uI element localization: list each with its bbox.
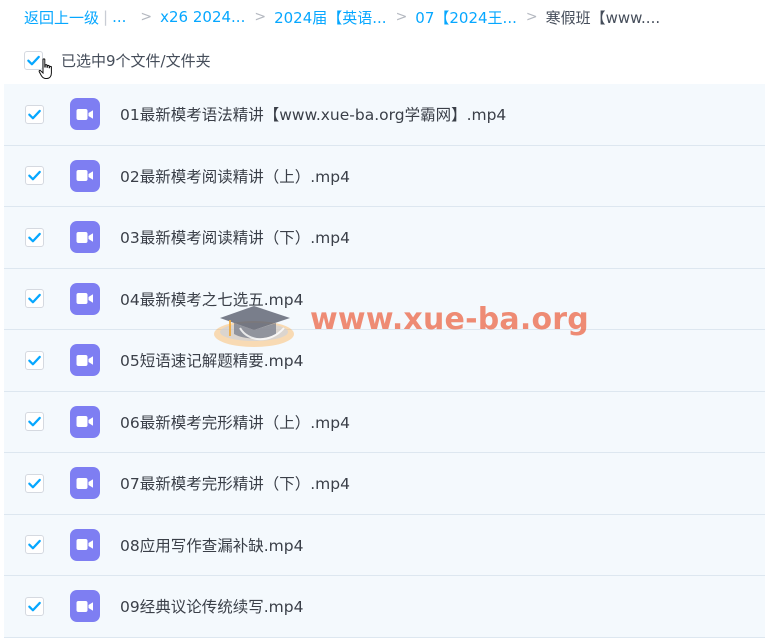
video-camera-icon — [76, 231, 93, 243]
video-camera-icon — [76, 354, 93, 366]
file-row-2[interactable]: 02最新模考阅读精讲（上）.mp4 — [4, 145, 765, 207]
selection-count-label: 已选中9个文件/文件夹 — [61, 51, 211, 70]
file-checkbox[interactable] — [25, 596, 44, 616]
video-camera-icon — [76, 108, 93, 120]
file-row-4[interactable]: 04最新模考之七选五.mp4 — [4, 268, 765, 330]
breadcrumb-item-1[interactable]: x26 2024... — [160, 8, 245, 26]
check-icon — [28, 294, 41, 304]
select-all-bar: 已选中9个文件/文件夹 — [24, 50, 211, 79]
file-browser: 返回上一级 | ... > x26 2024... > 2024届【英语... … — [0, 0, 765, 644]
file-row-5[interactable]: 05短语速记解题精要.mp4 — [4, 330, 765, 392]
file-checkbox[interactable] — [25, 350, 44, 370]
breadcrumb-current: 寒假班【www.... — [545, 8, 661, 27]
breadcrumb: 返回上一级 | ... > x26 2024... > 2024届【英语... … — [24, 6, 660, 28]
video-camera-icon — [76, 600, 93, 612]
file-checkbox[interactable] — [25, 166, 44, 186]
file-name[interactable]: 04最新模考之七选五.mp4 — [120, 288, 303, 310]
file-row-7[interactable]: 07最新模考完形精讲（下）.mp4 — [4, 453, 765, 515]
file-checkbox[interactable] — [25, 227, 44, 247]
check-icon — [28, 417, 41, 427]
video-camera-icon — [76, 416, 93, 428]
file-list: 01最新模考语法精讲【www.xue-ba.org学霸网】.mp4 02最新模考… — [4, 84, 765, 638]
check-icon — [28, 109, 41, 120]
file-row-6[interactable]: 06最新模考完形精讲（上）.mp4 — [4, 391, 765, 453]
video-file-icon — [70, 221, 100, 254]
video-file-icon — [70, 590, 100, 623]
video-camera-icon — [76, 293, 93, 305]
file-row-3[interactable]: 03最新模考阅读精讲（下）.mp4 — [4, 207, 765, 269]
file-row-1[interactable]: 01最新模考语法精讲【www.xue-ba.org学霸网】.mp4 — [4, 84, 765, 146]
video-camera-icon — [76, 539, 93, 551]
file-name[interactable]: 03最新模考阅读精讲（下）.mp4 — [120, 226, 350, 248]
check-icon — [28, 601, 41, 612]
file-name[interactable]: 08应用写作查漏补缺.mp4 — [120, 534, 303, 556]
video-camera-icon — [76, 170, 93, 182]
hand-cursor-icon — [38, 58, 52, 79]
chevron-right-icon: > — [525, 9, 538, 25]
file-row-8[interactable]: 08应用写作查漏补缺.mp4 — [4, 514, 765, 576]
chevron-right-icon: > — [140, 9, 153, 25]
video-file-icon — [70, 98, 100, 131]
file-name[interactable]: 09经典议论传统续写.mp4 — [120, 595, 303, 617]
video-file-icon — [70, 282, 100, 315]
video-file-icon — [70, 159, 100, 192]
check-icon — [28, 171, 41, 181]
video-file-icon — [70, 467, 100, 500]
check-icon — [28, 355, 41, 366]
file-name[interactable]: 07最新模考完形精讲（下）.mp4 — [120, 472, 350, 494]
file-checkbox[interactable] — [25, 104, 44, 124]
chevron-right-icon: > — [254, 9, 267, 25]
video-file-icon — [70, 405, 100, 438]
file-name[interactable]: 02最新模考阅读精讲（上）.mp4 — [120, 165, 350, 187]
check-icon — [28, 478, 41, 489]
check-icon — [28, 540, 41, 550]
file-name[interactable]: 01最新模考语法精讲【www.xue-ba.org学霸网】.mp4 — [120, 103, 506, 125]
file-name[interactable]: 06最新模考完形精讲（上）.mp4 — [120, 411, 350, 433]
breadcrumb-item-2[interactable]: 2024届【英语... — [274, 7, 386, 28]
chevron-right-icon: > — [395, 9, 408, 25]
file-name[interactable]: 05短语速记解题精要.mp4 — [120, 349, 303, 371]
file-checkbox[interactable] — [25, 289, 44, 309]
file-checkbox[interactable] — [25, 535, 44, 555]
breadcrumb-item-3[interactable]: 07【2024王... — [415, 7, 517, 28]
video-camera-icon — [76, 477, 93, 489]
file-checkbox[interactable] — [25, 473, 44, 493]
file-row-9[interactable]: 09经典议论传统续写.mp4 — [4, 576, 765, 638]
file-checkbox[interactable] — [25, 412, 44, 432]
breadcrumb-ellipsis[interactable]: ... — [112, 8, 126, 26]
video-file-icon — [70, 528, 100, 561]
breadcrumb-divider: | — [103, 8, 109, 26]
video-file-icon — [70, 344, 100, 377]
back-link[interactable]: 返回上一级 — [24, 7, 99, 28]
check-icon — [28, 232, 41, 243]
